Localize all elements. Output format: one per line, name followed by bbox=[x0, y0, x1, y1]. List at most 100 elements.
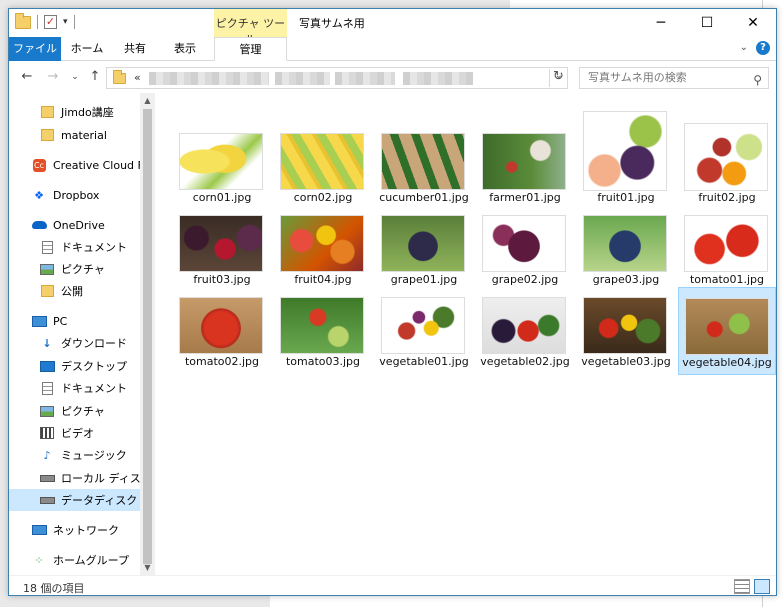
forward-arrow-icon[interactable]: → bbox=[45, 69, 61, 85]
file-name: vegetable02.jpg bbox=[480, 355, 570, 368]
file-item[interactable]: fruit04.jpg bbox=[274, 211, 372, 290]
file-name: grape03.jpg bbox=[592, 273, 660, 286]
sidebar-scrollbar[interactable]: ▲ ▼ bbox=[140, 93, 155, 575]
tab-home[interactable]: ホーム bbox=[65, 37, 109, 61]
file-thumbnail bbox=[381, 215, 465, 272]
file-item[interactable]: fruit02.jpg bbox=[678, 123, 776, 208]
sidebar-item-desktop[interactable]: デスクトップ bbox=[9, 355, 140, 377]
file-item[interactable]: fruit01.jpg bbox=[577, 111, 675, 208]
file-item[interactable]: vegetable02.jpg bbox=[476, 293, 574, 372]
file-item[interactable]: fruit03.jpg bbox=[173, 211, 271, 290]
title-bar: ✓ ▾ ピクチャ ツール 写真サムネ用 ─ ☐ ✕ bbox=[9, 9, 776, 61]
file-item[interactable]: vegetable01.jpg bbox=[375, 293, 473, 372]
sidebar-item-material[interactable]: material bbox=[9, 124, 140, 146]
sidebar-item-documents[interactable]: ドキュメント bbox=[9, 377, 140, 399]
file-item[interactable]: corn02.jpg bbox=[274, 129, 372, 208]
dropbox-icon: ❖ bbox=[34, 188, 44, 202]
explorer-window: ✓ ▾ ピクチャ ツール 写真サムネ用 ─ ☐ ✕ ファイル ホーム 共有 表示… bbox=[8, 8, 777, 596]
tab-file[interactable]: ファイル bbox=[9, 37, 61, 61]
sidebar-item-local-disk-c[interactable]: ローカル ディスク (C:) bbox=[9, 467, 140, 489]
minimize-button[interactable]: ─ bbox=[638, 9, 684, 37]
file-item[interactable]: corn01.jpg bbox=[173, 129, 271, 208]
file-item[interactable]: grape01.jpg bbox=[375, 211, 473, 290]
file-thumbnail bbox=[179, 215, 263, 272]
sidebar-item-label: データディスク (D:) bbox=[61, 494, 140, 507]
scroll-down-arrow-icon[interactable]: ▼ bbox=[140, 560, 155, 575]
sidebar-item-data-disk-d[interactable]: データディスク (D:) bbox=[9, 489, 140, 511]
redacted-path bbox=[275, 72, 330, 85]
file-item[interactable]: farmer01.jpg bbox=[476, 129, 574, 208]
details-view-icon[interactable] bbox=[734, 579, 750, 594]
sidebar-item-public[interactable]: 公開 bbox=[9, 280, 140, 302]
tab-manage[interactable]: 管理 bbox=[214, 37, 287, 61]
file-item[interactable]: grape02.jpg bbox=[476, 211, 574, 290]
sidebar-item-onedrive-documents[interactable]: ドキュメント bbox=[9, 236, 140, 258]
folder-icon[interactable] bbox=[15, 12, 31, 29]
file-thumbnail bbox=[583, 297, 667, 354]
sidebar-item-homegroup[interactable]: ⁘ ホームグループ bbox=[9, 549, 140, 571]
tab-share[interactable]: 共有 bbox=[113, 37, 157, 61]
breadcrumb-overflow[interactable]: « bbox=[134, 71, 141, 84]
file-item-selected[interactable]: vegetable04.jpg bbox=[678, 287, 776, 375]
ribbon-collapse-icon[interactable]: ⌄ bbox=[740, 42, 748, 53]
file-name: vegetable03.jpg bbox=[581, 355, 671, 368]
sidebar-item-label: ビデオ bbox=[61, 427, 94, 440]
file-name: farmer01.jpg bbox=[489, 191, 561, 204]
file-name: corn02.jpg bbox=[293, 191, 353, 204]
redacted-path bbox=[403, 72, 473, 85]
file-name: vegetable01.jpg bbox=[379, 355, 469, 368]
file-thumbnail bbox=[280, 133, 364, 190]
sidebar-item-jimdo[interactable]: Jimdo講座 bbox=[9, 101, 140, 123]
file-name: tomato03.jpg bbox=[285, 355, 361, 368]
sidebar-item-pc[interactable]: PC bbox=[9, 310, 140, 332]
properties-icon[interactable]: ✓ bbox=[44, 15, 57, 29]
refresh-icon[interactable]: ↻ bbox=[549, 69, 567, 87]
sidebar-item-label: Creative Cloud Files bbox=[53, 158, 140, 172]
file-name: vegetable04.jpg bbox=[682, 356, 772, 369]
ribbon-tabs: ファイル ホーム 共有 表示 管理 ⌄ ? bbox=[9, 37, 776, 61]
file-item[interactable]: tomato01.jpg bbox=[678, 211, 776, 290]
up-arrow-icon[interactable]: ↑ bbox=[87, 69, 103, 85]
back-arrow-icon[interactable]: ← bbox=[19, 69, 35, 85]
toolbar-separator bbox=[73, 15, 75, 29]
file-thumbnail bbox=[482, 133, 566, 190]
file-thumbnail bbox=[381, 297, 465, 354]
download-icon: ↓ bbox=[42, 336, 52, 350]
file-item[interactable]: tomato02.jpg bbox=[173, 293, 271, 372]
file-item[interactable]: cucumber01.jpg bbox=[375, 129, 473, 208]
sidebar-item-dropbox[interactable]: ❖ Dropbox bbox=[9, 184, 140, 206]
help-icon[interactable]: ? bbox=[756, 41, 770, 55]
scroll-up-arrow-icon[interactable]: ▲ bbox=[140, 93, 155, 108]
sidebar-item-onedrive[interactable]: OneDrive bbox=[9, 214, 140, 236]
file-name: fruit03.jpg bbox=[193, 273, 251, 286]
sidebar-item-creative-cloud[interactable]: Cc Creative Cloud Files bbox=[9, 154, 140, 176]
recent-locations-icon[interactable]: ⌄ bbox=[67, 69, 83, 85]
toolbar-separator bbox=[37, 15, 38, 29]
scrollbar-thumb[interactable] bbox=[143, 109, 152, 564]
large-icons-view-icon[interactable] bbox=[754, 579, 770, 594]
sidebar-item-network[interactable]: ネットワーク bbox=[9, 519, 140, 541]
file-item[interactable]: vegetable03.jpg bbox=[577, 293, 675, 372]
sidebar-item-pictures[interactable]: ピクチャ bbox=[9, 400, 140, 422]
file-name: fruit04.jpg bbox=[294, 273, 352, 286]
document-icon bbox=[41, 381, 53, 395]
file-item[interactable]: tomato03.jpg bbox=[274, 293, 372, 372]
sidebar-item-music[interactable]: ♪ ミュージック bbox=[9, 444, 140, 466]
sidebar-item-onedrive-pictures[interactable]: ピクチャ bbox=[9, 258, 140, 280]
file-item[interactable]: grape03.jpg bbox=[577, 211, 675, 290]
file-thumbnail bbox=[482, 215, 566, 272]
quick-access-toolbar: ✓ ▾ bbox=[15, 12, 75, 29]
file-thumbnail bbox=[685, 298, 769, 355]
sidebar-item-label: Dropbox bbox=[53, 188, 100, 202]
sidebar-item-downloads[interactable]: ↓ ダウンロード bbox=[9, 332, 140, 354]
address-bar[interactable]: « ⌄ bbox=[106, 67, 568, 89]
file-thumbnail bbox=[179, 297, 263, 354]
search-input[interactable]: 写真サムネ用の検索 ⚲ bbox=[579, 67, 769, 89]
tab-view[interactable]: 表示 bbox=[163, 37, 207, 61]
customize-toolbar-icon[interactable]: ▾ bbox=[63, 17, 68, 27]
file-name: tomato02.jpg bbox=[184, 355, 260, 368]
maximize-button[interactable]: ☐ bbox=[684, 9, 730, 37]
sidebar-item-label: Jimdo講座 bbox=[61, 106, 114, 119]
sidebar-item-videos[interactable]: ビデオ bbox=[9, 422, 140, 444]
close-button[interactable]: ✕ bbox=[730, 9, 776, 37]
